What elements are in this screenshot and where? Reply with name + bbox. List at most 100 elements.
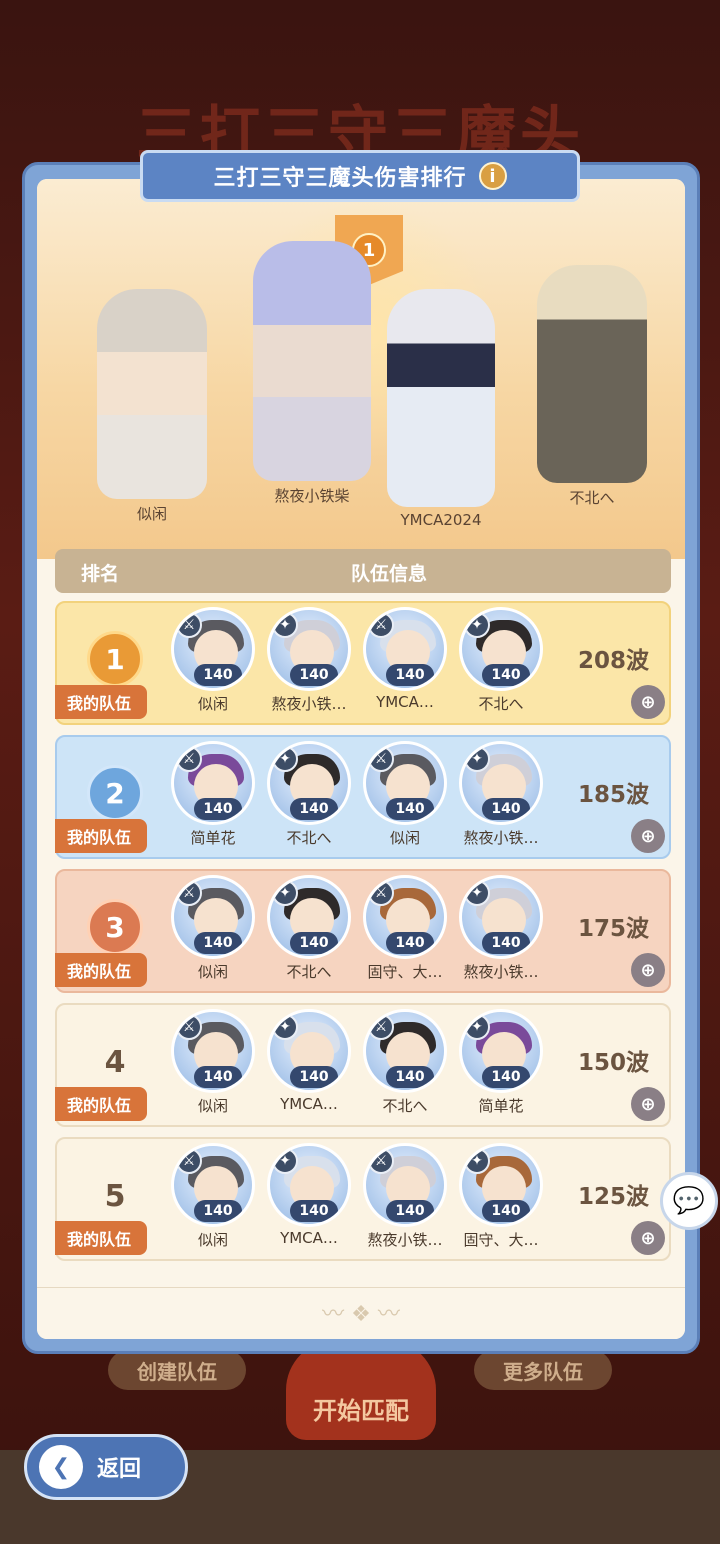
team-members: ⚔ 140 似闲 ✦ 140 熬夜小铁… ⚔ 140 YMCA… ✦ 140 不北へ bbox=[169, 607, 545, 725]
chat-icon[interactable]: 💬 bbox=[660, 1172, 718, 1230]
team-member[interactable]: ⚔ 140 似闲 bbox=[169, 875, 257, 993]
zoom-icon[interactable]: ⊕ bbox=[631, 819, 665, 853]
my-team-tag: 我的队伍 bbox=[55, 953, 147, 987]
ranking-list[interactable]: 1 我的队伍 ⚔ 140 似闲 ✦ 140 熬夜小铁… ⚔ 140 YMCA… ✦ 140 不北へ 208波… bbox=[55, 599, 671, 1295]
ranking-row[interactable]: 3 我的队伍 ⚔ 140 似闲 ✦ 140 不北へ ⚔ 140 固守、大… ✦ 140 熬夜小铁… 175波… bbox=[55, 869, 671, 993]
member-level: 140 bbox=[482, 932, 530, 954]
class-icon: ⚔ bbox=[176, 1014, 202, 1040]
member-name: 简单花 bbox=[478, 1097, 524, 1115]
class-icon: ✦ bbox=[272, 880, 298, 906]
member-level: 140 bbox=[194, 798, 242, 820]
member-avatar: ✦ 140 bbox=[267, 607, 351, 691]
team-member[interactable]: ✦ 140 不北へ bbox=[457, 607, 545, 725]
member-avatar: ⚔ 140 bbox=[171, 741, 255, 825]
zoom-icon[interactable]: ⊕ bbox=[631, 953, 665, 987]
member-level: 140 bbox=[482, 1066, 530, 1088]
team-member[interactable]: ⚔ 140 似闲 bbox=[361, 741, 449, 859]
team-member[interactable]: ✦ 140 固守、大… bbox=[457, 1143, 545, 1261]
member-level: 140 bbox=[290, 664, 338, 686]
team-member[interactable]: ⚔ 140 熬夜小铁… bbox=[361, 1143, 449, 1261]
ranking-row[interactable]: 4 我的队伍 ⚔ 140 似闲 ✦ 140 YMCA… ⚔ 140 不北へ ✦ 140 简单花 150波 ⊕ bbox=[55, 1003, 671, 1127]
team-member[interactable]: ✦ 140 不北へ bbox=[265, 741, 353, 859]
podium-hero-1[interactable]: 似闲 bbox=[97, 289, 207, 524]
member-name: 熬夜小铁… bbox=[463, 963, 539, 981]
class-icon: ⚔ bbox=[368, 612, 394, 638]
rank-number: 2 bbox=[87, 765, 143, 821]
team-member[interactable]: ✦ 140 YMCA… bbox=[265, 1143, 353, 1261]
member-name: 不北へ bbox=[286, 963, 332, 981]
team-member[interactable]: ✦ 140 熬夜小铁… bbox=[265, 607, 353, 725]
member-avatar: ✦ 140 bbox=[267, 1143, 351, 1227]
class-icon: ✦ bbox=[464, 880, 490, 906]
member-name: 似闲 bbox=[197, 1097, 228, 1115]
ranking-row[interactable]: 5 我的队伍 ⚔ 140 似闲 ✦ 140 YMCA… ⚔ 140 熬夜小铁… ✦ 140 固守、大… 12… bbox=[55, 1137, 671, 1261]
ranking-row[interactable]: 1 我的队伍 ⚔ 140 似闲 ✦ 140 熬夜小铁… ⚔ 140 YMCA… ✦ 140 不北へ 208波… bbox=[55, 601, 671, 725]
class-icon: ✦ bbox=[464, 1014, 490, 1040]
back-button[interactable]: ❮ 返回 bbox=[24, 1434, 188, 1500]
member-avatar: ✦ 140 bbox=[267, 875, 351, 959]
member-avatar: ⚔ 140 bbox=[171, 607, 255, 691]
class-icon: ⚔ bbox=[368, 1014, 394, 1040]
member-level: 140 bbox=[386, 932, 434, 954]
team-member[interactable]: ⚔ 140 YMCA… bbox=[361, 607, 449, 725]
panel-footer: 〰 ❖ 〰 bbox=[37, 1287, 685, 1339]
member-avatar: ✦ 140 bbox=[459, 875, 543, 959]
member-name: 不北へ bbox=[478, 695, 524, 713]
team-member[interactable]: ⚔ 140 似闲 bbox=[169, 1143, 257, 1261]
team-members: ⚔ 140 似闲 ✦ 140 YMCA… ⚔ 140 不北へ ✦ 140 简单花 bbox=[169, 1009, 545, 1127]
column-team-info: 队伍信息 bbox=[351, 563, 428, 585]
team-member[interactable]: ⚔ 140 似闲 bbox=[169, 607, 257, 725]
team-member[interactable]: ⚔ 140 似闲 bbox=[169, 1009, 257, 1127]
member-level: 140 bbox=[290, 932, 338, 954]
zoom-icon[interactable]: ⊕ bbox=[631, 685, 665, 719]
back-arrow-icon: ❮ bbox=[39, 1445, 83, 1489]
class-icon: ⚔ bbox=[368, 880, 394, 906]
info-icon[interactable]: i bbox=[478, 162, 507, 190]
team-member[interactable]: ✦ 140 熬夜小铁… bbox=[457, 875, 545, 993]
member-avatar: ✦ 140 bbox=[459, 1143, 543, 1227]
team-member[interactable]: ⚔ 140 不北へ bbox=[361, 1009, 449, 1127]
podium-hero-4[interactable]: 不北へ bbox=[537, 265, 647, 508]
team-member[interactable]: ⚔ 140 简单花 bbox=[169, 741, 257, 859]
rank-number: 5 bbox=[104, 1179, 126, 1214]
hero-figure bbox=[253, 241, 371, 481]
rank-number: 1 bbox=[87, 631, 143, 687]
member-name: 固守、大… bbox=[463, 1231, 539, 1249]
start-match-button[interactable]: 开始匹配 bbox=[286, 1340, 436, 1440]
team-member[interactable]: ⚔ 140 固守、大… bbox=[361, 875, 449, 993]
member-name: 似闲 bbox=[197, 1231, 228, 1249]
class-icon: ✦ bbox=[464, 612, 490, 638]
member-level: 140 bbox=[482, 664, 530, 686]
podium-hero-3[interactable]: YMCA2024 bbox=[387, 289, 495, 529]
member-avatar: ⚔ 140 bbox=[171, 1009, 255, 1093]
class-icon: ⚔ bbox=[176, 746, 202, 772]
create-team-button[interactable]: 创建队伍 bbox=[108, 1350, 246, 1390]
team-member[interactable]: ✦ 140 YMCA… bbox=[265, 1009, 353, 1127]
team-member[interactable]: ✦ 140 简单花 bbox=[457, 1009, 545, 1127]
hero-name: 熬夜小铁柴 bbox=[274, 487, 350, 505]
zoom-icon[interactable]: ⊕ bbox=[631, 1087, 665, 1121]
member-avatar: ✦ 140 bbox=[459, 607, 543, 691]
member-level: 140 bbox=[386, 664, 434, 686]
table-header: 排名 队伍信息 bbox=[55, 549, 671, 593]
rank-number: 4 bbox=[104, 1045, 126, 1080]
member-level: 140 bbox=[482, 798, 530, 820]
class-icon: ✦ bbox=[272, 612, 298, 638]
member-name: YMCA… bbox=[280, 1229, 338, 1247]
member-name: 似闲 bbox=[197, 695, 228, 713]
ranking-row[interactable]: 2 我的队伍 ⚔ 140 简单花 ✦ 140 不北へ ⚔ 140 似闲 ✦ 140 熬夜小铁… 185波 ⊕ bbox=[55, 735, 671, 859]
team-member[interactable]: ✦ 140 熬夜小铁… bbox=[457, 741, 545, 859]
podium-hero-2[interactable]: 熬夜小铁柴 bbox=[253, 241, 371, 506]
podium: 1 似闲 熬夜小铁柴 YMCA2024 不北へ bbox=[37, 179, 685, 559]
more-teams-button[interactable]: 更多队伍 bbox=[474, 1350, 612, 1390]
team-member[interactable]: ✦ 140 不北へ bbox=[265, 875, 353, 993]
member-level: 140 bbox=[194, 932, 242, 954]
member-name: YMCA… bbox=[376, 693, 434, 711]
member-avatar: ⚔ 140 bbox=[363, 607, 447, 691]
team-members: ⚔ 140 似闲 ✦ 140 YMCA… ⚔ 140 熬夜小铁… ✦ 140 固守、大… bbox=[169, 1143, 545, 1261]
hero-name: 不北へ bbox=[569, 489, 615, 507]
member-level: 140 bbox=[194, 664, 242, 686]
zoom-icon[interactable]: ⊕ bbox=[631, 1221, 665, 1255]
rank-number: 3 bbox=[87, 899, 143, 955]
member-name: 熬夜小铁… bbox=[367, 1231, 443, 1249]
